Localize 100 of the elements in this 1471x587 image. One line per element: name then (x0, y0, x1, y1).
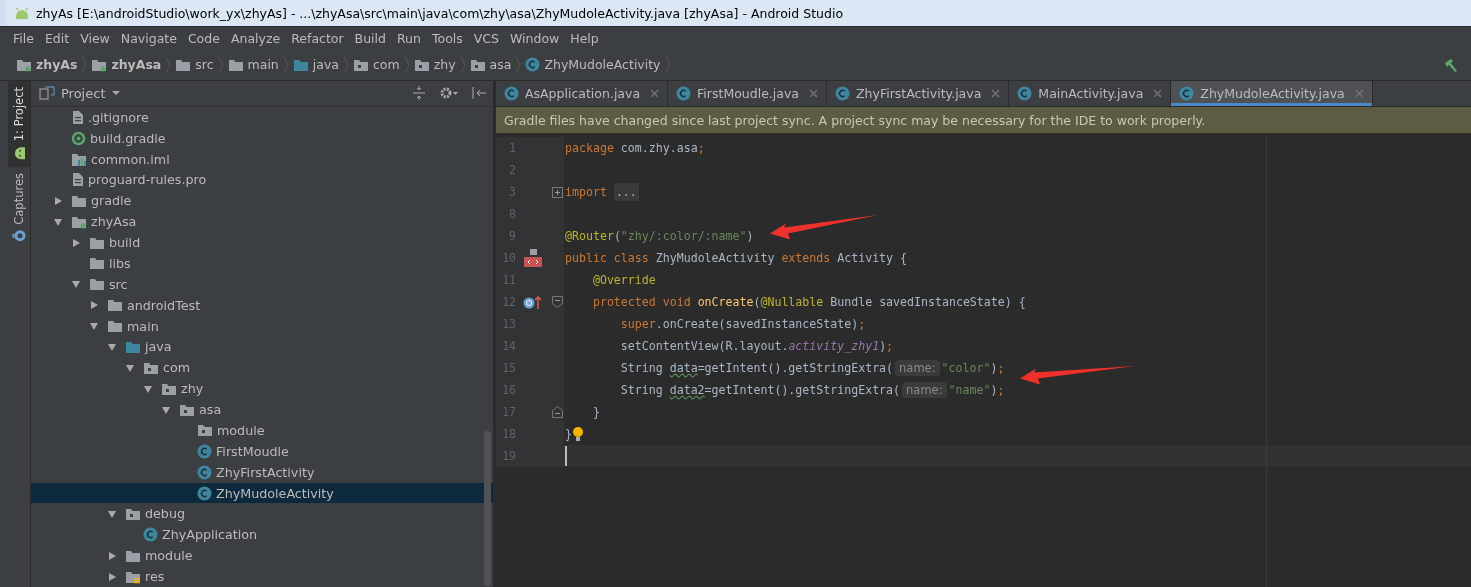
tree-item[interactable]: .gitignore (31, 106, 493, 128)
tree-item[interactable]: common.iml (31, 148, 493, 170)
close-icon (809, 89, 818, 98)
class-icon (676, 86, 692, 101)
folder-icon (175, 57, 192, 72)
menu-item[interactable]: Run (392, 30, 427, 46)
code-variable: data (669, 361, 698, 375)
class-icon (525, 57, 541, 72)
breadcrumb-item[interactable]: zhyAsa (91, 57, 162, 72)
tree-item[interactable]: res (31, 566, 493, 587)
code-method: onCreate (697, 295, 754, 309)
class-icon (143, 527, 158, 543)
folder-icon (89, 235, 105, 250)
menu-item[interactable]: Analyze (225, 30, 287, 46)
folder-icon (125, 548, 141, 563)
editor-tab[interactable]: AsApplication.java (496, 81, 669, 106)
folder-icon (292, 57, 309, 72)
close-icon (1354, 89, 1364, 98)
menu-item[interactable]: Build (349, 30, 392, 46)
code-text: =getIntent().getStringExtra( (704, 383, 901, 397)
code-keyword: ; (886, 339, 894, 353)
menu-item[interactable]: Window (505, 30, 566, 46)
gradle-icon (71, 130, 86, 146)
code-keyword: protected void (591, 295, 692, 309)
text-cursor (565, 446, 567, 466)
scrollbar[interactable] (484, 431, 491, 586)
code-keyword: ; (997, 361, 1005, 375)
breadcrumb-item[interactable]: src (175, 57, 214, 72)
code-field: activity_zhy1 (788, 339, 880, 353)
tree-item[interactable]: build.gradle (31, 127, 493, 149)
editor-tab[interactable]: ZhyMudoleActivity.java (1171, 81, 1373, 106)
breadcrumb-item[interactable]: main (227, 57, 279, 72)
tree-item[interactable]: debug (31, 503, 493, 525)
package-icon (143, 360, 159, 375)
tree-item[interactable]: module (31, 420, 493, 441)
code-text: Bundle savedInstanceState) { (830, 295, 1026, 309)
folded-code[interactable]: ... (613, 183, 639, 201)
tree-item[interactable]: libs (31, 253, 493, 274)
menu-item[interactable]: Refactor (286, 30, 350, 46)
tree-item[interactable]: ZhyFirstActivity (31, 461, 493, 483)
tool-window-button[interactable]: Captures (8, 167, 30, 249)
file-icon (71, 172, 84, 188)
breadcrumb-item[interactable]: com (353, 57, 400, 72)
module-folder-icon (16, 57, 32, 72)
code-text: ( (613, 229, 621, 243)
tool-window-button[interactable]: 1: Project (8, 81, 30, 168)
code-keyword: ; (858, 317, 866, 331)
code-text: Activity { (837, 251, 908, 265)
editor-tab[interactable]: ZhyFirstActivity.java (827, 81, 1010, 106)
code-text: ) (746, 229, 754, 243)
breadcrumb-item[interactable]: ZhyMudoleActivity (525, 57, 661, 72)
package-icon (469, 57, 486, 72)
code-text: ) (990, 361, 998, 375)
menu-item[interactable]: File (8, 30, 40, 46)
folder-icon (89, 277, 105, 292)
code-keyword: import (565, 185, 608, 199)
code-text: ZhyMudoleActivity (655, 251, 776, 265)
code-text: ( (753, 295, 761, 309)
package-icon (179, 402, 195, 417)
code-keyword: public class (565, 251, 650, 265)
file-icon (71, 109, 84, 125)
menu-item[interactable]: Help (565, 30, 605, 46)
tree-item[interactable]: gradle (31, 190, 493, 212)
breadcrumb-item[interactable]: zhy (413, 57, 456, 72)
tree-item[interactable]: module (31, 545, 493, 567)
tree-item[interactable]: java (31, 336, 493, 358)
tree-item[interactable]: ZhyMudoleActivity (31, 482, 493, 504)
tree-item[interactable]: androidTest (31, 294, 493, 316)
tree-item[interactable]: asa (31, 399, 493, 420)
code-text: String (619, 361, 664, 375)
breadcrumb-item[interactable]: asa (469, 57, 512, 72)
menu-item[interactable]: VCS (468, 30, 505, 46)
tree-item[interactable]: main (31, 315, 493, 337)
tree-item[interactable]: proguard-rules.pro (31, 169, 493, 191)
android-icon (14, 6, 30, 20)
editor-tab[interactable]: FirstMoudle.java (668, 81, 827, 106)
menu-item[interactable]: Code (182, 30, 226, 46)
class-icon (197, 485, 212, 501)
breadcrumb-item[interactable]: java (292, 57, 339, 72)
package-icon (125, 506, 141, 521)
menu-item[interactable]: Navigate (115, 30, 183, 46)
code-keyword: extends (781, 251, 832, 265)
tree-item[interactable]: ZhyApplication (31, 524, 493, 546)
menu-item[interactable]: Edit (39, 30, 76, 46)
package-icon (413, 57, 430, 72)
code-keyword: ; (697, 141, 705, 155)
tree-item[interactable]: zhy (31, 378, 493, 400)
view-dropdown[interactable]: Project (39, 85, 122, 101)
class-icon (197, 464, 212, 480)
menu-item[interactable]: Tools (426, 30, 469, 46)
code-text: com.zhy.asa (620, 141, 698, 155)
tree-item[interactable]: FirstMoudle (31, 440, 493, 462)
menu-item[interactable]: View (75, 30, 116, 46)
tree-item[interactable]: zhyAsa (31, 211, 493, 233)
tree-item[interactable]: src (31, 273, 493, 295)
parameter-hint: name: (895, 360, 940, 376)
breadcrumb-item[interactable]: zhyAs (16, 57, 78, 72)
code-text: =getIntent().getStringExtra( (697, 361, 894, 375)
tree-item[interactable]: build (31, 232, 493, 253)
tree-item[interactable]: com (31, 357, 493, 379)
